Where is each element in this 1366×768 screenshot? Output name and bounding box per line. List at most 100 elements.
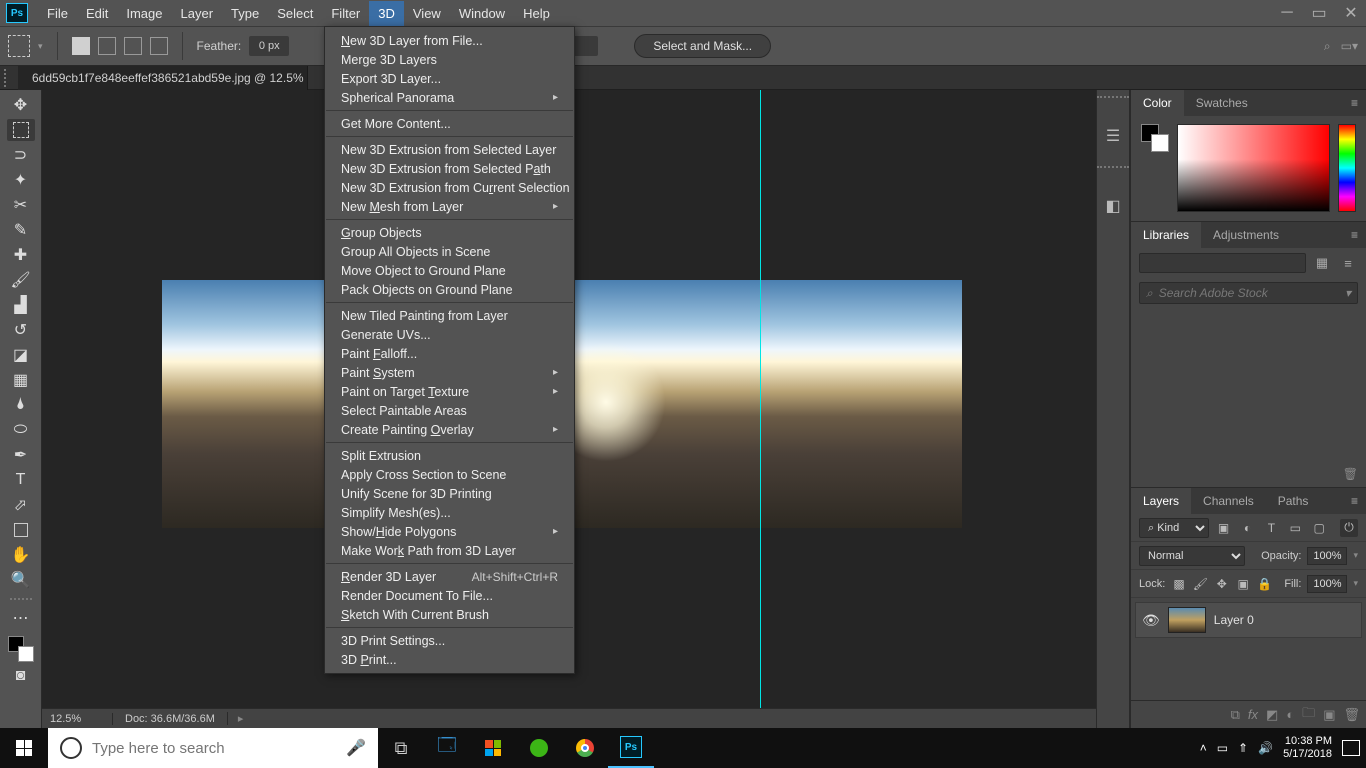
doc-info-arrow-icon[interactable]: ▸ <box>227 712 254 725</box>
menu-item[interactable]: Group Objects <box>325 223 574 242</box>
menu-3d[interactable]: 3D <box>369 1 404 26</box>
eyedropper-tool[interactable]: ✎ <box>7 219 35 241</box>
type-tool[interactable]: T <box>7 469 35 491</box>
menu-item[interactable]: Simplify Mesh(es)... <box>325 503 574 522</box>
document-tab[interactable]: 6dd59cb1f7e848eeffef386521abd59e.jpg @ 1… <box>18 66 308 90</box>
blend-mode-select[interactable]: Normal <box>1139 546 1245 566</box>
menu-item[interactable]: New Mesh from Layer <box>325 197 574 216</box>
dodge-tool[interactable]: ⬭ <box>7 419 35 441</box>
menu-item[interactable]: Paint System <box>325 363 574 382</box>
taskbar-search[interactable]: 🎤 <box>48 728 378 768</box>
menu-item[interactable]: Create Painting Overlay <box>325 420 574 439</box>
library-search[interactable]: ⌕ Search Adobe Stock ▾ <box>1139 282 1358 304</box>
menu-item[interactable]: Render Document To File... <box>325 586 574 605</box>
menu-item[interactable]: Generate UVs... <box>325 325 574 344</box>
history-brush-tool[interactable]: ↺ <box>7 319 35 341</box>
color-swatches[interactable] <box>1141 124 1169 152</box>
tab-libraries[interactable]: Libraries <box>1131 222 1201 248</box>
app-icon-2[interactable] <box>470 728 516 768</box>
search-input[interactable] <box>92 740 336 757</box>
lock-transparent-icon[interactable]: ▩ <box>1171 575 1186 593</box>
opacity-input[interactable] <box>1307 547 1347 565</box>
layer-filter-kind[interactable]: ⌕ Kind <box>1139 518 1209 538</box>
menu-item[interactable]: Paint Falloff... <box>325 344 574 363</box>
layer-thumbnail[interactable] <box>1168 607 1206 633</box>
menu-item[interactable]: Export 3D Layer... <box>325 69 574 88</box>
menu-window[interactable]: Window <box>450 1 514 26</box>
zoom-level[interactable]: 12.5% <box>42 713 112 725</box>
menu-edit[interactable]: Edit <box>77 1 117 26</box>
menu-item[interactable]: Apply Cross Section to Scene <box>325 465 574 484</box>
tab-swatches[interactable]: Swatches <box>1184 90 1260 116</box>
menu-image[interactable]: Image <box>117 1 171 26</box>
stamp-tool[interactable]: ▟ <box>7 294 35 316</box>
task-view-icon[interactable]: ⧉ <box>378 728 424 768</box>
marquee-tool[interactable] <box>7 119 35 141</box>
app-icon-1[interactable]: 🗔 <box>424 728 470 768</box>
selection-new-icon[interactable] <box>72 37 90 55</box>
fx-icon[interactable]: fx <box>1248 707 1258 722</box>
notifications-icon[interactable] <box>1342 740 1360 756</box>
menu-item[interactable]: Select Paintable Areas <box>325 401 574 420</box>
trash-icon[interactable]: 🗑 <box>1343 707 1360 723</box>
menu-item[interactable]: 3D Print... <box>325 650 574 669</box>
selection-add-icon[interactable] <box>98 37 116 55</box>
start-button[interactable] <box>0 728 48 768</box>
doc-info[interactable]: Doc: 36.6M/36.6M <box>112 713 227 725</box>
history-panel-icon[interactable]: ☰ <box>1103 126 1123 146</box>
move-tool[interactable]: ✥ <box>7 94 35 116</box>
menu-item[interactable]: Paint on Target Texture <box>325 382 574 401</box>
link-layers-icon[interactable]: ⧉ <box>1231 707 1240 723</box>
search-icon[interactable]: ⌕ <box>1324 39 1331 54</box>
brush-tool[interactable]: 🖌 <box>7 269 35 291</box>
menu-item[interactable]: New 3D Extrusion from Selected Path <box>325 159 574 178</box>
visibility-icon[interactable]: 👁 <box>1142 612 1160 629</box>
dock-grip-icon[interactable] <box>1097 96 1129 106</box>
tab-paths[interactable]: Paths <box>1266 488 1321 514</box>
filter-adjust-icon[interactable]: ◐ <box>1239 519 1257 537</box>
shape-tool[interactable] <box>7 519 35 541</box>
new-layer-icon[interactable]: ▣ <box>1323 707 1335 723</box>
menu-item[interactable]: New Tiled Painting from Layer <box>325 306 574 325</box>
lock-position-icon[interactable]: ✥ <box>1214 575 1229 593</box>
lock-artboard-icon[interactable]: ▣ <box>1236 575 1251 593</box>
volume-icon[interactable]: 🔊 <box>1258 741 1273 755</box>
tab-channels[interactable]: Channels <box>1191 488 1266 514</box>
selection-subtract-icon[interactable] <box>124 37 142 55</box>
menu-item[interactable]: Make Work Path from 3D Layer <box>325 541 574 560</box>
tray-chevron-icon[interactable]: ˄ <box>1200 741 1207 755</box>
panel-menu-icon[interactable]: ≡ <box>1351 494 1358 508</box>
selection-intersect-icon[interactable] <box>150 37 168 55</box>
tab-color[interactable]: Color <box>1131 90 1184 116</box>
healing-tool[interactable]: ✚ <box>7 244 35 266</box>
lasso-tool[interactable]: ⊃ <box>7 144 35 166</box>
menu-item[interactable]: Unify Scene for 3D Printing <box>325 484 574 503</box>
menu-help[interactable]: Help <box>514 1 559 26</box>
menu-select[interactable]: Select <box>268 1 322 26</box>
menu-item[interactable]: Merge 3D Layers <box>325 50 574 69</box>
menu-item[interactable]: New 3D Extrusion from Selected Layer <box>325 140 574 159</box>
menu-item[interactable]: Get More Content... <box>325 114 574 133</box>
grid-view-icon[interactable]: ▦ <box>1312 253 1332 273</box>
tab-layers[interactable]: Layers <box>1131 488 1191 514</box>
filter-type-icon[interactable]: T <box>1262 519 1280 537</box>
close-button[interactable]: ✕ <box>1342 3 1360 23</box>
filter-pixel-icon[interactable]: ▣ <box>1215 519 1233 537</box>
panel-menu-icon[interactable]: ≡ <box>1351 96 1358 110</box>
color-spectrum[interactable] <box>1177 124 1330 212</box>
hue-slider[interactable] <box>1338 124 1356 212</box>
panel-menu-icon[interactable]: ≡ <box>1351 228 1358 242</box>
guide-vertical[interactable] <box>760 90 761 728</box>
menu-item[interactable]: 3D Print Settings... <box>325 631 574 650</box>
workspace-icon[interactable]: ▭▾ <box>1341 39 1358 53</box>
dock-grip-icon[interactable] <box>1097 166 1129 176</box>
menu-item[interactable]: Move Object to Ground Plane <box>325 261 574 280</box>
restore-button[interactable]: ▭ <box>1310 3 1328 23</box>
trash-icon[interactable]: 🗑 <box>1343 467 1358 481</box>
filter-smart-icon[interactable]: ▢ <box>1310 519 1328 537</box>
menu-type[interactable]: Type <box>222 1 268 26</box>
edit-toolbar[interactable]: ⋯ <box>7 607 35 629</box>
menu-item[interactable]: Split Extrusion <box>325 446 574 465</box>
path-select-tool[interactable]: ⬀ <box>7 494 35 516</box>
mask-icon[interactable]: ◩ <box>1266 707 1278 723</box>
